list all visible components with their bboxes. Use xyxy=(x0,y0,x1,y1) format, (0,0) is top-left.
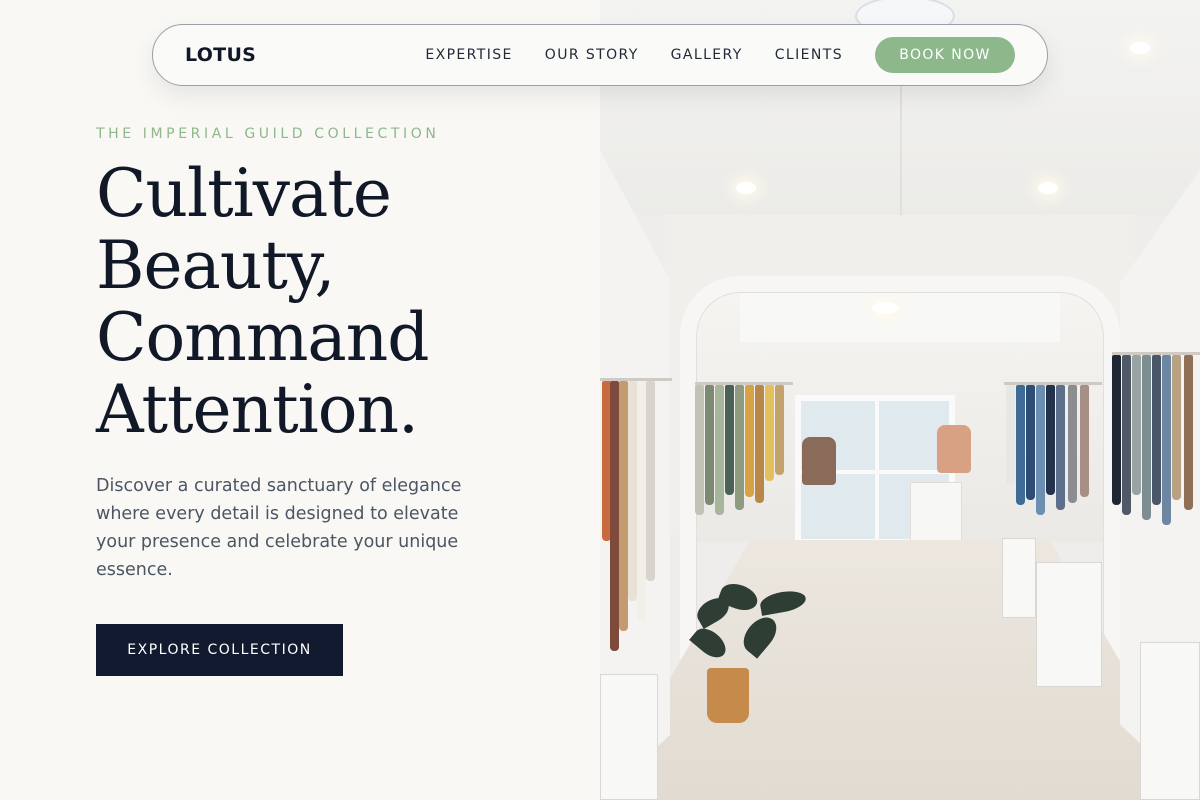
headline-line: Attention. xyxy=(96,371,419,448)
nav-link-gallery[interactable]: GALLERY xyxy=(671,47,743,63)
display-cabinet xyxy=(1002,538,1036,618)
headline-line: Cultivate xyxy=(96,155,392,232)
nav-link-our-story[interactable]: OUR STORY xyxy=(545,47,639,63)
brand-logo[interactable]: LOTUS xyxy=(185,44,256,66)
display-cabinet xyxy=(1036,562,1102,687)
book-now-button[interactable]: BOOK NOW xyxy=(875,37,1015,73)
nav-link-clients[interactable]: CLIENTS xyxy=(775,47,843,63)
clothing-rack xyxy=(1004,382,1102,532)
headline-line: Beauty, xyxy=(96,227,335,304)
clothing-rack xyxy=(695,382,793,522)
nav-links: EXPERTISE OUR STORY GALLERY CLIENTS BOOK… xyxy=(425,37,1015,73)
hero-headline: Cultivate Beauty, Command Attention. xyxy=(96,158,536,446)
top-navigation: LOTUS EXPERTISE OUR STORY GALLERY CLIENT… xyxy=(152,24,1048,86)
hero-image-boutique-interior xyxy=(600,0,1200,800)
display-cabinet xyxy=(1140,642,1200,800)
clothing-rack xyxy=(1112,352,1200,532)
hero-description: Discover a curated sanctuary of elegance… xyxy=(96,476,462,580)
explore-collection-button[interactable]: EXPLORE COLLECTION xyxy=(96,624,343,676)
plant-pot xyxy=(707,668,749,723)
spotlight xyxy=(1038,182,1058,194)
headline-line: Command xyxy=(96,299,430,376)
nav-link-expertise[interactable]: EXPERTISE xyxy=(425,47,512,63)
spotlight xyxy=(736,182,756,194)
hero-eyebrow: THE IMPERIAL GUILD COLLECTION xyxy=(96,126,440,142)
spotlight xyxy=(1130,42,1150,54)
display-cabinet xyxy=(600,674,658,800)
clothing-rack xyxy=(600,378,672,668)
